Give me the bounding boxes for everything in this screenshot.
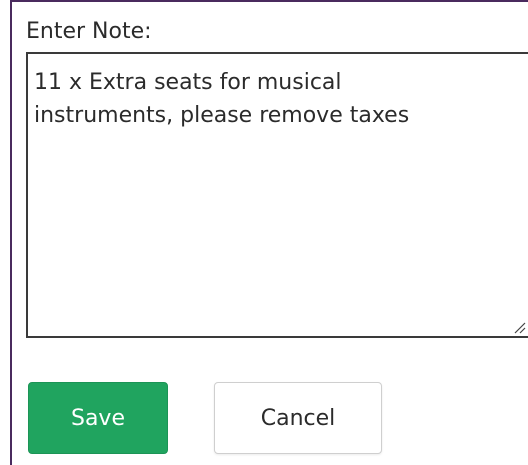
- save-button[interactable]: Save: [28, 382, 168, 454]
- note-dialog: Enter Note: Save Cancel: [10, 0, 528, 465]
- resize-grip-icon[interactable]: [512, 320, 526, 334]
- cancel-button[interactable]: Cancel: [214, 382, 382, 454]
- note-label: Enter Note:: [26, 19, 152, 44]
- note-textarea[interactable]: [26, 52, 528, 338]
